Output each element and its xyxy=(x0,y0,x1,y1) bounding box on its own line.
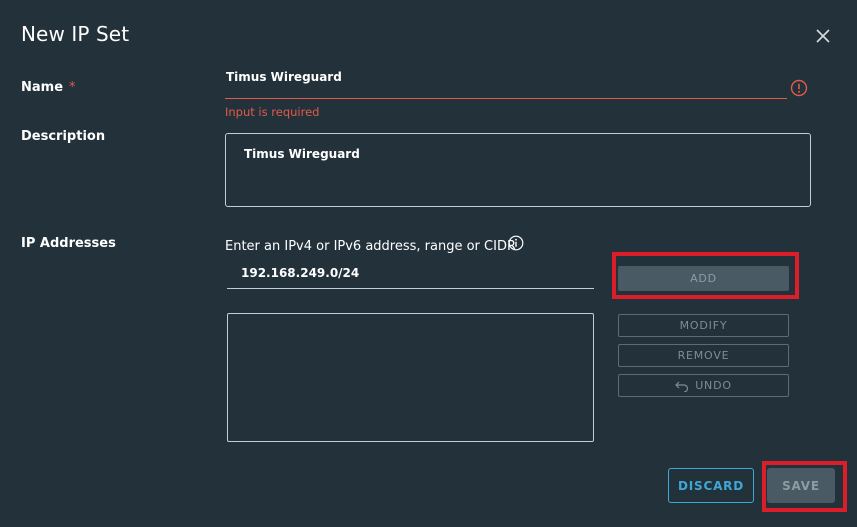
undo-button[interactable]: UNDO xyxy=(618,374,789,397)
description-label: Description xyxy=(21,129,106,144)
add-button[interactable]: ADD xyxy=(618,266,789,291)
ip-help-text: Enter an IPv4 or IPv6 address, range or … xyxy=(225,239,516,254)
dialog-title: New IP Set xyxy=(21,22,130,46)
required-mark: * xyxy=(69,80,76,95)
name-input[interactable] xyxy=(225,66,787,99)
ip-address-input[interactable] xyxy=(227,264,594,289)
name-label-text: Name xyxy=(21,80,64,95)
name-label: Name * xyxy=(21,80,76,95)
info-icon[interactable] xyxy=(508,235,524,251)
ip-address-list[interactable] xyxy=(227,313,594,442)
ip-addresses-label: IP Addresses xyxy=(21,236,116,251)
description-textarea[interactable]: Timus Wireguard xyxy=(225,133,811,207)
alert-circle-icon xyxy=(790,79,808,97)
name-error-message: Input is required xyxy=(225,105,320,119)
remove-button[interactable]: REMOVE xyxy=(618,344,789,367)
undo-label: UNDO xyxy=(695,379,732,392)
undo-icon xyxy=(675,381,689,392)
modify-button[interactable]: MODIFY xyxy=(618,314,789,337)
new-ip-set-dialog: New IP Set Name * Input is required Descr… xyxy=(0,0,857,527)
save-button[interactable]: SAVE xyxy=(767,468,835,503)
close-icon[interactable] xyxy=(812,25,834,47)
discard-button[interactable]: DISCARD xyxy=(668,468,754,503)
